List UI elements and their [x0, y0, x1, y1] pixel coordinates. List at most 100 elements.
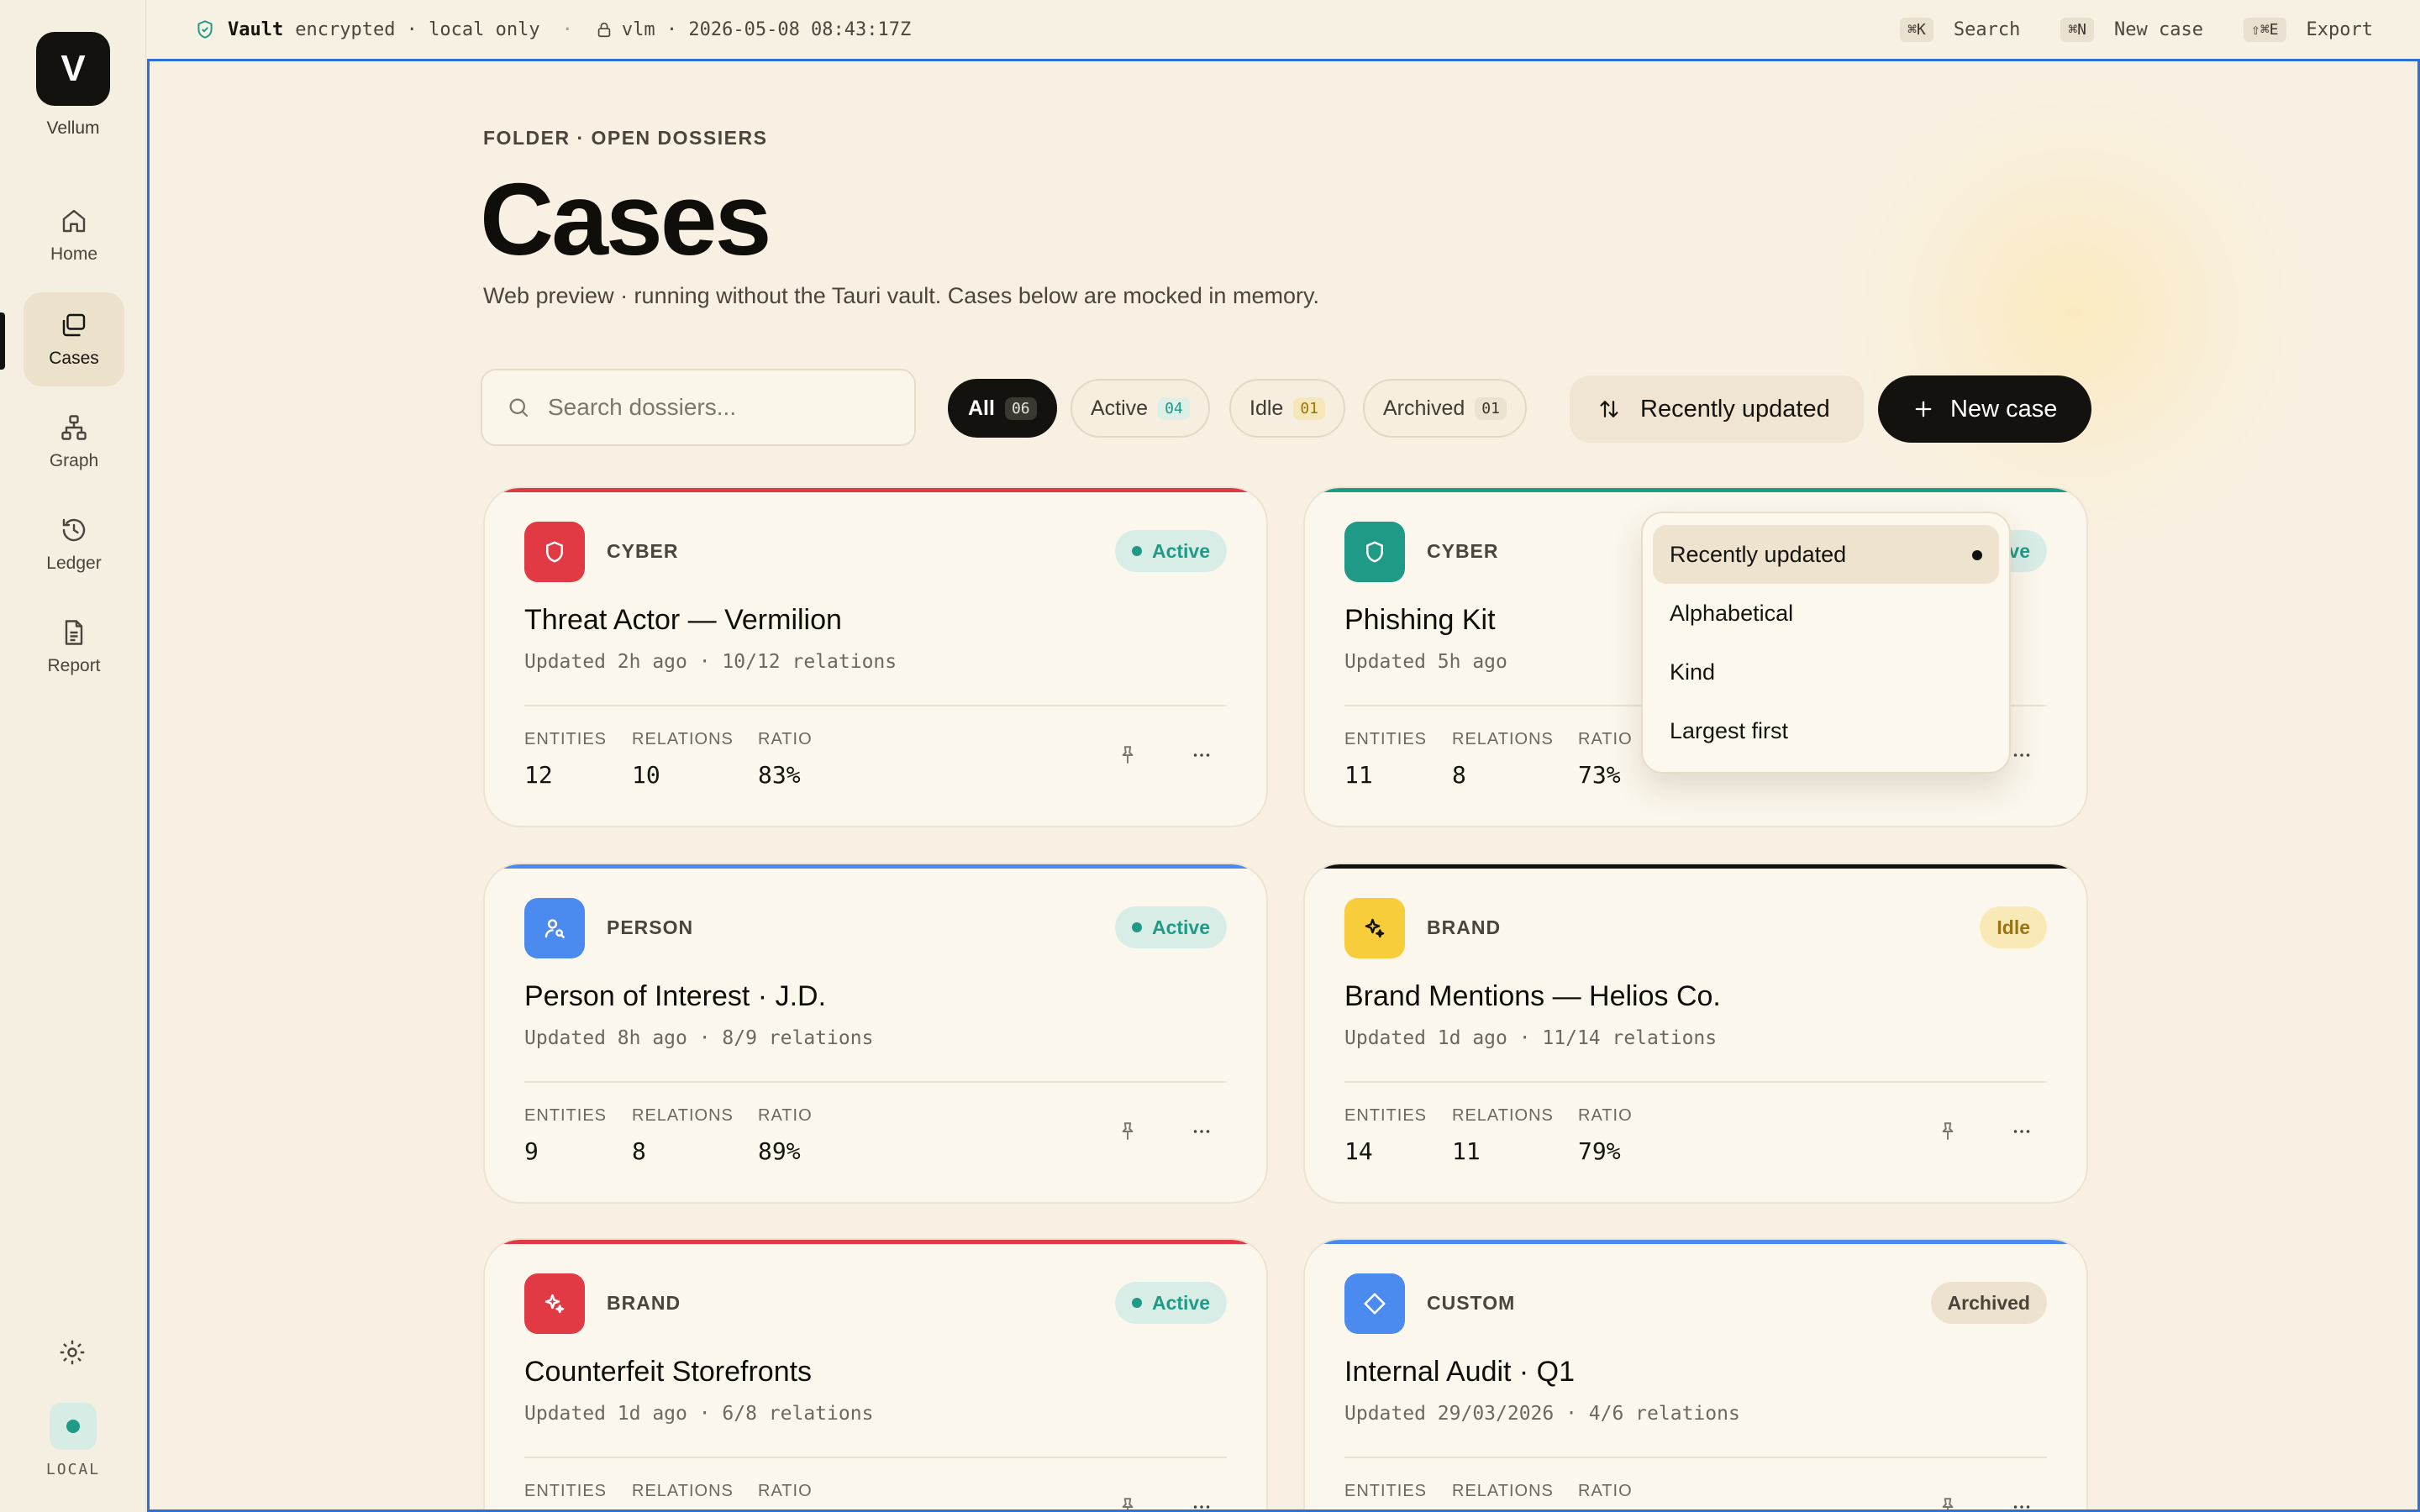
- case-kind: PERSON: [607, 916, 694, 938]
- more-options-icon[interactable]: [2009, 743, 2034, 768]
- gear-icon[interactable]: [57, 1337, 87, 1368]
- case-title[interactable]: Phishing Kit: [1344, 604, 1496, 637]
- stat-value: 14: [1344, 1137, 1373, 1165]
- stat-label: RELATIONS: [1452, 730, 1554, 748]
- pin-icon[interactable]: [1937, 1496, 1959, 1512]
- divider: [524, 705, 1227, 706]
- sidebar-item-graph[interactable]: Graph: [24, 395, 124, 489]
- topbar: Vault encrypted · local only · vlm · 202…: [147, 0, 2420, 59]
- separator: ·: [561, 18, 573, 40]
- status-badge: Archived: [1930, 1282, 2047, 1324]
- shortcut-new-case[interactable]: New case: [2114, 19, 2203, 40]
- stat-value: 9: [524, 1137, 539, 1165]
- stat-label: RATIO: [758, 1482, 813, 1500]
- app-logo[interactable]: V: [36, 32, 110, 106]
- stat-relations: RELATIONS 10: [632, 730, 734, 789]
- stat-ratio: RATIO 79%: [1578, 1106, 1633, 1165]
- kind-badge: [1344, 898, 1405, 958]
- filter-archived[interactable]: Archived 01: [1363, 379, 1527, 438]
- more-options-icon[interactable]: [1189, 1494, 1214, 1512]
- sort-option-kind[interactable]: Kind: [1653, 643, 1999, 701]
- sort-option-recently-updated[interactable]: Recently updated: [1653, 525, 1999, 584]
- case-title[interactable]: Person of Interest · J.D.: [524, 980, 826, 1013]
- stat-entities: ENTITIES 12: [524, 730, 607, 789]
- stat-relations: RELATIONS 8: [1452, 730, 1554, 789]
- person-search-icon: [544, 919, 565, 938]
- shortcut-search[interactable]: Search: [1954, 19, 2020, 40]
- filter-idle[interactable]: Idle 01: [1229, 379, 1345, 438]
- filter-count: 01: [1293, 396, 1325, 420]
- search-input[interactable]: [548, 394, 884, 421]
- status-badge: Idle: [1980, 906, 2047, 948]
- vault-status: encrypted · local only: [295, 18, 540, 40]
- case-kind: CYBER: [1427, 540, 1499, 562]
- pin-icon[interactable]: [1117, 744, 1139, 766]
- stat-ratio: RATIO 89%: [758, 1106, 813, 1165]
- case-card[interactable]: BRAND Idle Brand Mentions — Helios Co. U…: [1303, 863, 2088, 1204]
- page-eyebrow: FOLDER · OPEN DOSSIERS: [483, 127, 768, 149]
- divider: [1344, 1081, 2047, 1083]
- sort-button[interactable]: Recently updated: [1570, 375, 1864, 443]
- sidebar-item-label: Graph: [49, 451, 99, 470]
- graph-icon: [61, 415, 87, 440]
- sidebar-item-cases[interactable]: Cases: [24, 292, 124, 386]
- pin-icon[interactable]: [1117, 1121, 1139, 1142]
- stat-value: 73%: [1578, 761, 1621, 789]
- case-meta: Updated 8h ago · 8/9 relations: [524, 1027, 874, 1049]
- stat-ratio: RATIO: [1578, 1482, 1633, 1501]
- new-case-label: New case: [1950, 395, 2058, 423]
- shortcut-export[interactable]: Export: [2307, 19, 2373, 40]
- kind-badge: [524, 522, 585, 582]
- case-meta: Updated 29/03/2026 · 4/6 relations: [1344, 1403, 1740, 1425]
- sidebar-item-report[interactable]: Report: [24, 600, 124, 694]
- sidebar-item-ledger[interactable]: Ledger: [24, 497, 124, 591]
- kind-badge: [1344, 1273, 1405, 1334]
- sort-option-largest-first[interactable]: Largest first: [1653, 701, 1999, 760]
- case-card[interactable]: CUSTOM Archived Internal Audit · Q1 Upda…: [1303, 1238, 2088, 1512]
- filter-count: 06: [1004, 396, 1037, 420]
- stat-label: RATIO: [1578, 730, 1633, 748]
- sidebar-item-label: Home: [50, 244, 98, 264]
- stat-relations: RELATIONS: [1452, 1482, 1554, 1501]
- shortcut-key: ⌘N: [2060, 17, 2095, 42]
- new-case-button[interactable]: New case: [1878, 375, 2091, 443]
- stat-value: 89%: [758, 1137, 801, 1165]
- page-title: Cases: [480, 162, 772, 276]
- case-title[interactable]: Internal Audit · Q1: [1344, 1356, 1575, 1389]
- pin-icon[interactable]: [1117, 1496, 1139, 1512]
- sidebar-item-home[interactable]: Home: [24, 188, 124, 282]
- case-title[interactable]: Counterfeit Storefronts: [524, 1356, 812, 1389]
- sort-dropdown-menu: Recently updated Alphabetical Kind Large…: [1641, 512, 2011, 774]
- more-options-icon[interactable]: [2009, 1494, 2034, 1512]
- sort-label: Recently updated: [1640, 395, 1830, 423]
- main-content: FOLDER · OPEN DOSSIERS Cases Web preview…: [147, 59, 2420, 1512]
- kind-badge: [1344, 522, 1405, 582]
- case-card[interactable]: CYBER Active Threat Actor — Vermilion Up…: [483, 486, 1268, 827]
- status-badge: Active: [1114, 1282, 1227, 1324]
- search-box[interactable]: [481, 369, 916, 446]
- divider: [524, 1457, 1227, 1458]
- filter-all[interactable]: All 06: [948, 379, 1057, 438]
- filter-active[interactable]: Active 04: [1071, 379, 1210, 438]
- more-options-icon[interactable]: [1189, 1119, 1214, 1144]
- case-title[interactable]: Threat Actor — Vermilion: [524, 604, 842, 637]
- diamond-icon: [1364, 1293, 1386, 1315]
- case-card[interactable]: BRAND Active Counterfeit Storefronts Upd…: [483, 1238, 1268, 1512]
- stat-relations: RELATIONS 11: [1452, 1106, 1554, 1165]
- more-options-icon[interactable]: [1189, 743, 1214, 768]
- search-icon: [509, 398, 529, 417]
- case-kind: BRAND: [607, 1292, 681, 1314]
- case-kind: CYBER: [607, 540, 679, 562]
- case-card[interactable]: PERSON Active Person of Interest · J.D. …: [483, 863, 1268, 1204]
- shield-check-icon: [197, 20, 213, 39]
- sidebar-item-label: Ledger: [46, 554, 102, 573]
- filter-label: All: [968, 396, 995, 420]
- plus-icon: [1915, 401, 1932, 417]
- card-accent-line: [1305, 864, 2086, 869]
- case-title[interactable]: Brand Mentions — Helios Co.: [1344, 980, 1721, 1013]
- sort-option-alphabetical[interactable]: Alphabetical: [1653, 584, 1999, 643]
- sort-option-label: Recently updated: [1670, 541, 1847, 567]
- pin-icon[interactable]: [1937, 1121, 1959, 1142]
- more-options-icon[interactable]: [2009, 1119, 2034, 1144]
- sidebar-item-label: Report: [47, 656, 101, 675]
